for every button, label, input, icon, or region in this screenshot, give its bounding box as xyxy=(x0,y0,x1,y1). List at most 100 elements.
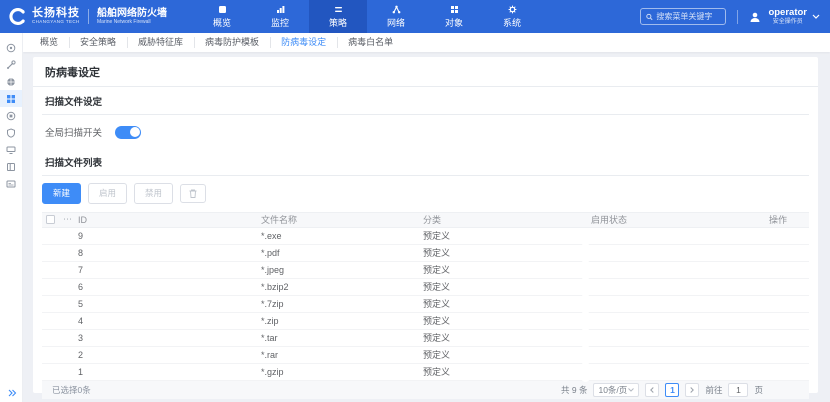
nav-label: 策略 xyxy=(329,16,347,29)
search-input[interactable] xyxy=(656,12,720,21)
next-page-button[interactable] xyxy=(685,383,699,397)
nav-label: 对象 xyxy=(445,16,463,29)
menu-search[interactable] xyxy=(640,8,726,25)
goto-page-input[interactable] xyxy=(728,383,748,397)
table-row: 4 *.zip 预定义 xyxy=(42,313,809,330)
app-window: 长扬科技 CHANGYANG TECH 船舶网络防火墙 Marine Netwo… xyxy=(0,0,830,402)
row-filename: *.jpeg xyxy=(261,265,423,275)
new-button[interactable]: 新建 xyxy=(42,183,81,204)
globe-icon[interactable] xyxy=(0,73,22,90)
row-filename: *.bzip2 xyxy=(261,282,423,292)
user-role: 安全操作员 xyxy=(768,18,807,26)
table-row: 6 *.bzip2 预定义 xyxy=(42,279,809,296)
tab-antivirus-settings[interactable]: 防病毒设定 xyxy=(270,33,337,52)
goto-unit: 页 xyxy=(754,384,763,396)
row-id: 3 xyxy=(78,333,261,343)
column-settings-icon[interactable]: ⋯ xyxy=(58,214,78,225)
license-icon[interactable] xyxy=(0,175,22,192)
chevron-down-icon[interactable] xyxy=(812,14,820,19)
table-body: 9 *.exe 预定义 8 *.pdf 预定义 7 *.jpeg 预定义 6 *… xyxy=(42,228,809,381)
search-icon xyxy=(646,13,653,21)
apps-grid-icon[interactable] xyxy=(0,90,22,107)
disable-button[interactable]: 禁用 xyxy=(134,183,173,204)
table-row: 3 *.tar 预定义 xyxy=(42,330,809,347)
table-row: 8 *.pdf 预定义 xyxy=(42,245,809,262)
page-size-select[interactable]: 10条/页 xyxy=(593,383,639,397)
row-category: 预定义 xyxy=(423,246,591,259)
monitor-chart-icon xyxy=(276,5,285,14)
selected-count: 已选择0条 xyxy=(52,384,91,396)
nav-item-system[interactable]: 系统 xyxy=(483,0,541,33)
app-header: 长扬科技 CHANGYANG TECH 船舶网络防火墙 Marine Netwo… xyxy=(0,0,830,33)
row-filename: *.7zip xyxy=(261,299,423,309)
global-scan-row: 全局扫描开关 xyxy=(33,115,818,148)
goto-label: 前往 xyxy=(705,384,722,396)
row-category: 预定义 xyxy=(423,263,591,276)
prev-page-button[interactable] xyxy=(645,383,659,397)
row-filename: *.pdf xyxy=(261,248,423,258)
nav-label: 监控 xyxy=(271,16,289,29)
system-gear-icon xyxy=(508,5,517,14)
row-id: 8 xyxy=(78,248,261,258)
tab-virus-whitelist[interactable]: 病毒白名单 xyxy=(337,33,404,52)
chevron-down-icon xyxy=(628,388,634,392)
col-status: 启用状态 xyxy=(591,213,769,226)
user-menu[interactable]: operator 安全操作员 xyxy=(768,8,807,26)
brand-text: 长扬科技 CHANGYANG TECH xyxy=(32,8,80,25)
objects-grid-icon xyxy=(450,5,459,14)
nav-item-overview[interactable]: 概览 xyxy=(193,0,251,33)
brand-logo-icon xyxy=(8,7,27,26)
table-toolbar: 新建 启用 禁用 xyxy=(33,176,818,212)
nav-item-policy[interactable]: 策略 xyxy=(309,0,367,33)
page-title: 防病毒设定 xyxy=(33,57,818,87)
row-filename: *.exe xyxy=(261,231,423,241)
user-name: operator xyxy=(768,8,807,18)
row-filename: *.gzip xyxy=(261,367,423,377)
brand-name-en: CHANGYANG TECH xyxy=(32,19,80,25)
page-size-value: 10条/页 xyxy=(598,384,627,396)
nav-item-objects[interactable]: 对象 xyxy=(425,0,483,33)
nav-label: 系统 xyxy=(503,16,521,29)
row-category: 预定义 xyxy=(423,348,591,361)
select-all-checkbox[interactable] xyxy=(46,215,55,224)
tab-security-policy[interactable]: 安全策略 xyxy=(69,33,127,52)
header-right: operator 安全操作员 xyxy=(640,8,830,26)
tab-overview[interactable]: 概览 xyxy=(29,33,69,52)
page-number-button[interactable]: 1 xyxy=(665,383,679,397)
row-category: 预定义 xyxy=(423,229,591,242)
top-nav: 概览 监控 策略 网络 xyxy=(193,0,541,33)
overview-icon xyxy=(218,5,227,14)
tools-icon[interactable] xyxy=(0,56,22,73)
host-icon[interactable] xyxy=(0,141,22,158)
tab-threat-signatures[interactable]: 威胁特征库 xyxy=(127,33,194,52)
nav-item-monitor[interactable]: 监控 xyxy=(251,0,309,33)
target-icon[interactable] xyxy=(0,107,22,124)
collapse-double-arrow-icon[interactable] xyxy=(0,389,23,397)
policy-list-icon xyxy=(334,5,343,14)
user-avatar-icon[interactable] xyxy=(749,11,761,23)
global-scan-toggle[interactable] xyxy=(115,126,141,139)
table-row: 9 *.exe 预定义 xyxy=(42,228,809,245)
brand-area: 长扬科技 CHANGYANG TECH 船舶网络防火墙 Marine Netwo… xyxy=(0,7,167,26)
row-filename: *.tar xyxy=(261,333,423,343)
sub-tab-bar: 概览 安全策略 威胁特征库 病毒防护模板 防病毒设定 病毒白名单 xyxy=(23,33,830,52)
table-footer: 已选择0条 共 9 条 10条/页 1 前往 xyxy=(42,381,809,399)
row-id: 9 xyxy=(78,231,261,241)
shield-icon[interactable] xyxy=(0,124,22,141)
nav-item-network[interactable]: 网络 xyxy=(367,0,425,33)
row-category: 预定义 xyxy=(423,314,591,327)
brand-name: 长扬科技 xyxy=(32,8,80,19)
library-icon[interactable] xyxy=(0,158,22,175)
row-category: 预定义 xyxy=(423,297,591,310)
network-nodes-icon xyxy=(392,5,401,14)
radar-icon[interactable] xyxy=(0,39,22,56)
row-category: 预定义 xyxy=(423,331,591,344)
row-id: 5 xyxy=(78,299,261,309)
trash-icon xyxy=(189,189,197,198)
product-name: 船舶网络防火墙 xyxy=(97,8,167,19)
tab-virus-protect-template[interactable]: 病毒防护模板 xyxy=(194,33,270,52)
row-id: 2 xyxy=(78,350,261,360)
nav-label: 网络 xyxy=(387,16,405,29)
delete-button[interactable] xyxy=(180,184,206,203)
enable-button[interactable]: 启用 xyxy=(88,183,127,204)
